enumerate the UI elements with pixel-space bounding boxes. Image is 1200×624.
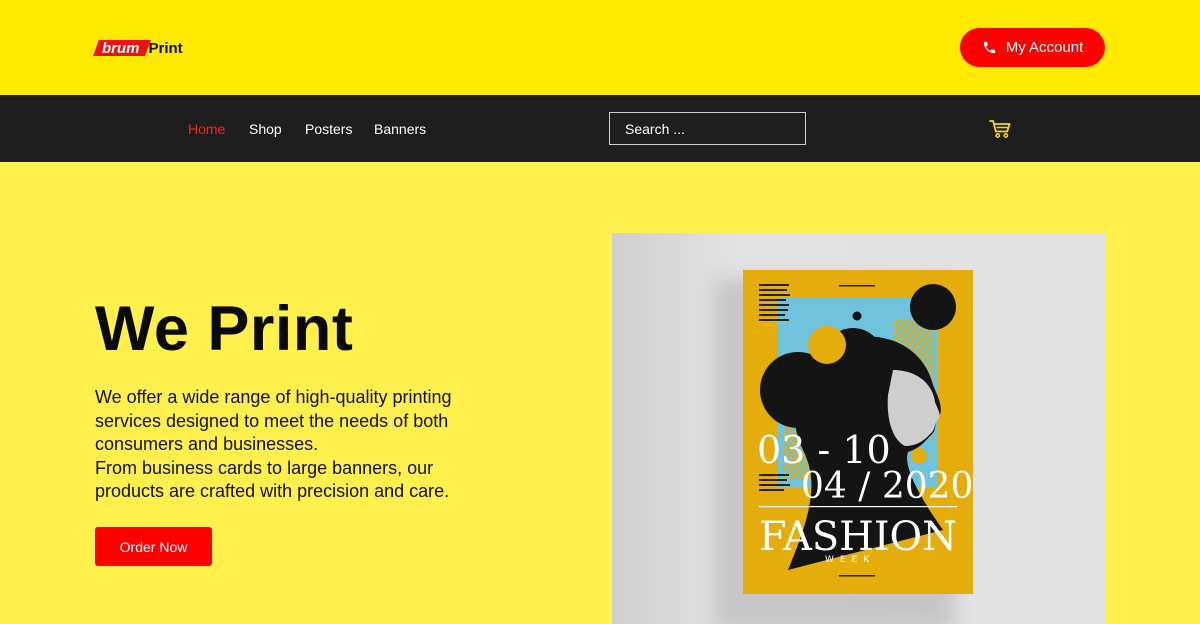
hero-description: We offer a wide range of high-quality pr… xyxy=(95,386,485,504)
my-account-label: My Account xyxy=(1005,39,1084,56)
order-now-button[interactable]: Order Now xyxy=(95,527,212,566)
nav-item-shop[interactable]: Shop xyxy=(249,121,282,137)
logo-brum-text: brum xyxy=(96,40,148,56)
my-account-button[interactable]: My Account xyxy=(960,28,1105,67)
phone-icon xyxy=(983,41,995,54)
nav-item-posters[interactable]: Posters xyxy=(305,121,352,137)
cart-icon xyxy=(989,120,1011,138)
nav-item-home[interactable]: Home xyxy=(188,121,225,137)
poster-headline: FASHION xyxy=(759,514,957,560)
top-header: brum Print My Account xyxy=(0,0,1200,95)
logo-print-text: Print xyxy=(148,39,183,57)
main-navigation: Home Shop Posters Banners xyxy=(0,95,1200,162)
poster-date-line-2: 04 / 2020 xyxy=(801,466,973,507)
hero-title: We Print xyxy=(95,294,354,364)
brand-logo[interactable]: brum Print xyxy=(96,38,183,58)
search-input[interactable] xyxy=(609,112,806,145)
hero-poster-image: 03 - 10 04 / 2020 FASHION WEEK xyxy=(612,233,1105,624)
poster-subheadline: WEEK xyxy=(825,555,875,565)
cart-button[interactable] xyxy=(989,119,1013,144)
nav-item-banners[interactable]: Banners xyxy=(374,121,426,137)
hero-description-line-2: From business cards to large banners, ou… xyxy=(95,457,450,502)
fashion-week-poster: 03 - 10 04 / 2020 FASHION WEEK xyxy=(743,270,973,594)
hero-description-line-1: We offer a wide range of high-quality pr… xyxy=(95,387,452,454)
